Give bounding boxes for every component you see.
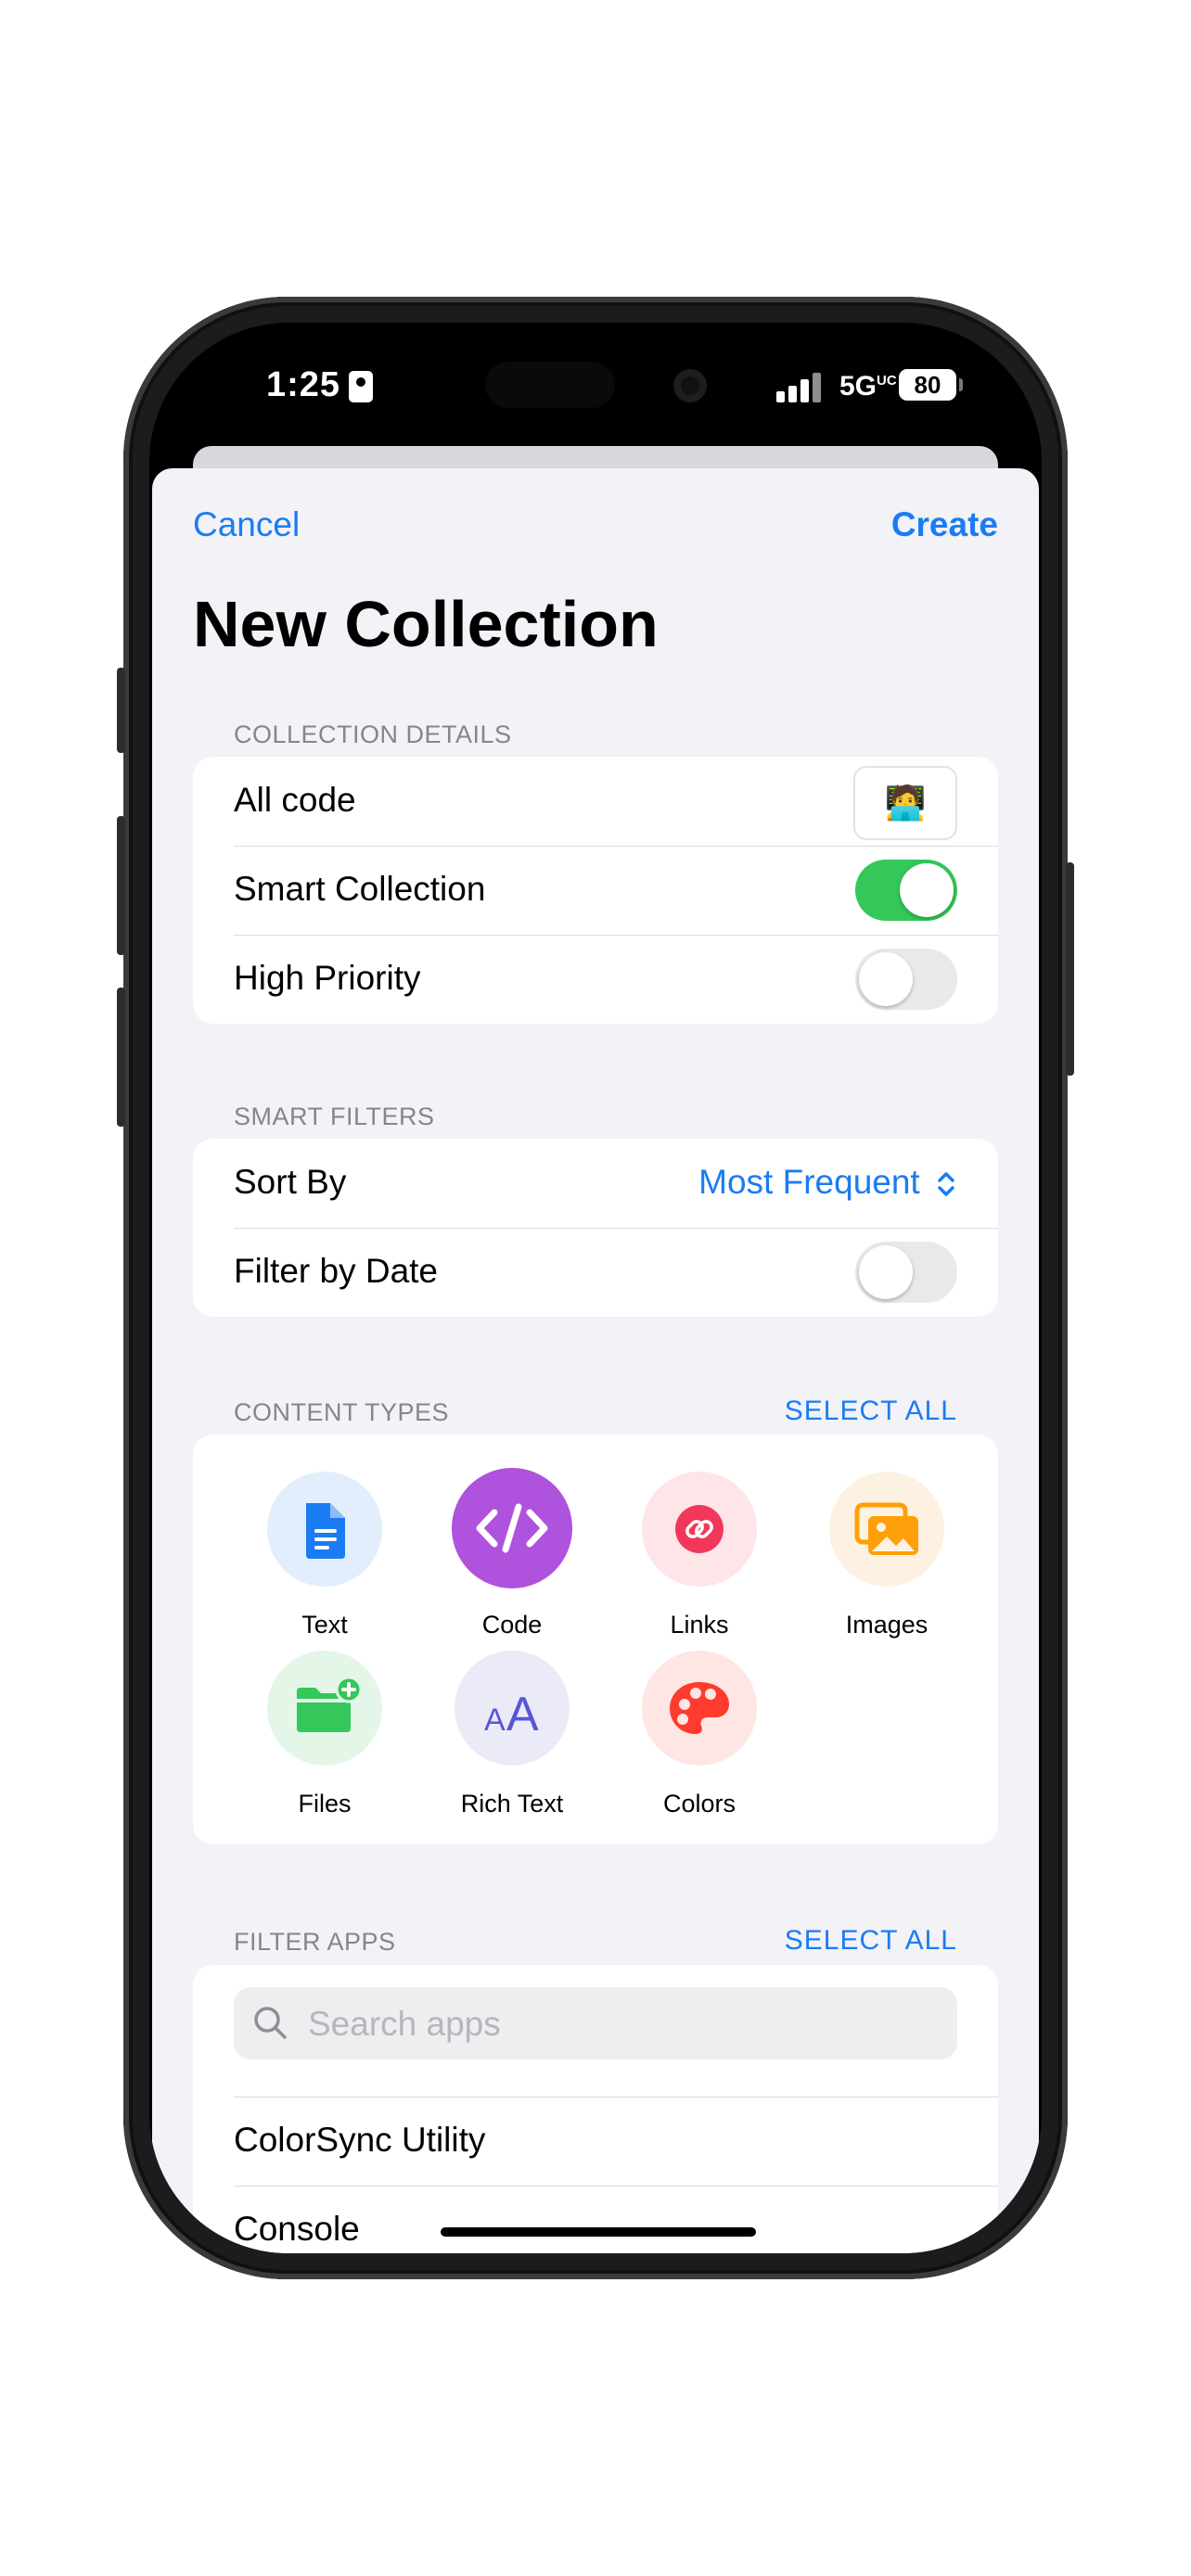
- rich-text-icon: A A: [455, 1651, 570, 1766]
- collection-name-field[interactable]: All code: [234, 781, 356, 820]
- smart-filters-card: Sort By Most Frequent Filter by Date: [193, 1139, 998, 1317]
- side-button: [1066, 862, 1074, 1076]
- document-icon: [267, 1472, 382, 1587]
- content-type-rich-text[interactable]: A A Rich Text: [419, 1651, 605, 1818]
- dynamic-island: [485, 362, 615, 408]
- content-types-select-all-button[interactable]: SELECT ALL: [785, 1396, 957, 1427]
- battery-tip: [959, 378, 963, 391]
- battery-icon: 80: [899, 369, 956, 401]
- palette-icon: [642, 1651, 757, 1766]
- volume-up-button: [117, 816, 125, 955]
- code-icon: [452, 1468, 572, 1588]
- filter-apps-header: FILTER APPS: [234, 1928, 396, 1956]
- status-bar: 1:25 5GUC 80: [149, 323, 1042, 453]
- content-type-label: Links: [670, 1611, 729, 1639]
- cellular-signal-icon: [776, 373, 823, 402]
- high-priority-label: High Priority: [234, 959, 421, 997]
- content-type-colors[interactable]: Colors: [607, 1651, 792, 1818]
- content-type-label: Code: [481, 1611, 543, 1639]
- content-type-text[interactable]: Text: [232, 1472, 417, 1639]
- content-type-files[interactable]: Files: [232, 1651, 417, 1818]
- smart-collection-label: Smart Collection: [234, 870, 486, 908]
- svg-text:A: A: [484, 1702, 506, 1738]
- chevron-up-down-icon: [938, 1172, 954, 1196]
- emoji-picker-button[interactable]: 🧑‍💻: [853, 766, 957, 840]
- content-types-header: CONTENT TYPES: [234, 1398, 450, 1426]
- folder-add-icon: [267, 1651, 382, 1766]
- content-types-card: Text Code Links Images Files A A Rich Te…: [193, 1435, 998, 1844]
- home-indicator[interactable]: [441, 2227, 756, 2237]
- search-apps-input[interactable]: Search apps: [234, 1987, 957, 2060]
- high-priority-row: High Priority: [234, 935, 998, 1024]
- content-type-images[interactable]: Images: [794, 1472, 980, 1639]
- search-apps-placeholder: Search apps: [308, 2005, 501, 2043]
- camera-icon: [673, 369, 707, 402]
- filter-by-date-toggle[interactable]: [855, 1242, 957, 1303]
- focus-id-icon: [349, 371, 373, 402]
- collection-details-card: All code 🧑‍💻 Smart Collection High Prior…: [193, 757, 998, 1024]
- content-type-label: Images: [845, 1611, 928, 1639]
- sort-by-row[interactable]: Sort By Most Frequent: [234, 1139, 998, 1228]
- app-name: ColorSync Utility: [234, 2121, 486, 2159]
- smart-collection-toggle[interactable]: [855, 860, 957, 921]
- status-time: 1:25: [266, 365, 341, 404]
- content-type-label: Text: [301, 1611, 348, 1639]
- images-icon: [829, 1472, 944, 1587]
- page-title: New Collection: [193, 588, 659, 660]
- sort-by-label: Sort By: [234, 1163, 347, 1201]
- app-name: Console: [234, 2210, 360, 2248]
- content-type-label: Files: [298, 1790, 352, 1817]
- new-collection-sheet: Cancel Create New Collection COLLECTION …: [152, 468, 1039, 2253]
- filter-by-date-label: Filter by Date: [234, 1252, 439, 1290]
- search-icon: [254, 2007, 287, 2039]
- volume-down-button: [117, 988, 125, 1127]
- create-button[interactable]: Create: [891, 505, 998, 544]
- filter-by-date-row: Filter by Date: [234, 1228, 998, 1317]
- network-type: 5GUC: [839, 371, 897, 402]
- content-type-code[interactable]: Code: [419, 1468, 605, 1639]
- sort-by-picker[interactable]: Most Frequent: [698, 1163, 957, 1202]
- phone-screen: 1:25 5GUC 80 Cancel Create New Collectio…: [149, 323, 1042, 2253]
- svg-text:A: A: [506, 1688, 539, 1741]
- app-row[interactable]: ColorSync Utility: [234, 2097, 998, 2186]
- filter-apps-select-all-button[interactable]: SELECT ALL: [785, 1925, 957, 1957]
- action-button: [117, 668, 125, 753]
- smart-filters-header: SMART FILTERS: [234, 1103, 435, 1130]
- collection-name-row[interactable]: All code 🧑‍💻: [234, 757, 998, 846]
- filter-apps-card: Search apps ColorSync Utility Console: [193, 1965, 998, 2253]
- app-row[interactable]: Console: [234, 2186, 998, 2253]
- smart-collection-row: Smart Collection: [234, 846, 998, 935]
- collection-details-header: COLLECTION DETAILS: [234, 721, 512, 748]
- content-type-links[interactable]: Links: [607, 1472, 792, 1639]
- content-type-label: Rich Text: [460, 1790, 564, 1817]
- cancel-button[interactable]: Cancel: [193, 505, 300, 544]
- link-icon: [642, 1472, 757, 1587]
- content-type-label: Colors: [662, 1790, 736, 1817]
- high-priority-toggle[interactable]: [855, 949, 957, 1010]
